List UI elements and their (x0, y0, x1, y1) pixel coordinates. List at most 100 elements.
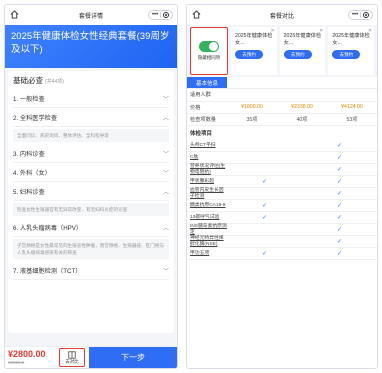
feature-cell (227, 139, 302, 152)
toggle-switch[interactable] (199, 41, 219, 52)
close-icon[interactable]: ✕ (270, 28, 274, 35)
check-icon: ✓ (336, 227, 343, 233)
table-row: 甲状腺彩超 ✓ ✓ (187, 175, 377, 188)
table-row: 头颅CT平扫 ✓ (187, 139, 377, 152)
exam-item-label: 7. 液基细胞检测（TCT） (13, 267, 82, 275)
check-icon: ✓ (336, 203, 343, 209)
home-icon[interactable] (192, 10, 201, 19)
package-card: ✕ 2025年健康体检女... 去预约 (279, 27, 326, 75)
exam-item[interactable]: 3. 内科诊查 ﹀ (13, 144, 169, 163)
feature-label[interactable]: 甲功五项 (187, 247, 227, 260)
table-cell: ¥1800.00 (227, 101, 277, 114)
package-detail-screen: 套餐详情 ••• 2025年健康体检女性经典套餐(39周岁及以下) 基础必查 (… (4, 4, 178, 369)
more-icon[interactable]: ••• (352, 12, 358, 18)
feature-cell (227, 235, 302, 248)
exam-item-label: 2. 全科医学检查 (13, 114, 58, 122)
hide-same-label: 隐藏相同项 (197, 55, 221, 60)
compare-icon (68, 350, 76, 359)
table-row: 适用人群 (187, 89, 377, 102)
chevron-icon[interactable]: ﹀ (163, 94, 169, 103)
exam-item[interactable]: 5. 妇科诊查 ︿ (13, 182, 169, 201)
feature-cell: ✓ (302, 151, 377, 164)
section-title: 基础必查 (13, 76, 43, 85)
feature-label[interactable]: 神经元特异性烯醇化酶(NSE) (187, 235, 227, 248)
check-icon: ✓ (336, 239, 343, 245)
compare-button[interactable]: 去对比 (59, 348, 85, 367)
menu-capsule[interactable]: ••• (348, 10, 373, 20)
book-button[interactable]: 去预约 (332, 50, 361, 59)
exam-item-description: 检查女性生殖器官有无异常改变、有无妇科炎症的诊查 (13, 203, 169, 216)
package-compare-screen: 套餐对比 ••• 隐藏相同项 ✕ 2025年健康体检女... 去预约 ✕ 2025年健康… (186, 4, 378, 369)
package-name: 2025年健康体检女... (332, 33, 370, 46)
table-cell: ¥2338.00 (277, 101, 327, 114)
chevron-icon[interactable]: ︿ (163, 187, 169, 196)
feature-cell (227, 163, 302, 176)
feature-label[interactable]: 头颅CT平扫 (187, 139, 227, 152)
table-row: INS胰岛素抗原测定 ✓ (187, 223, 377, 236)
check-icon: ✓ (336, 142, 343, 149)
book-button[interactable]: 去预约 (235, 50, 263, 59)
chevron-icon[interactable]: ﹀ (163, 149, 169, 158)
exam-item[interactable]: 2. 全科医学检查 ︿ (13, 108, 169, 127)
current-price: ¥2800.00 (8, 349, 46, 359)
compare-label: 去对比 (65, 358, 79, 364)
table-row: 价格 ¥1800.00 ¥2338.00 ¥4124.00 (187, 101, 377, 114)
chevron-icon[interactable]: ︿ (163, 223, 169, 232)
exam-item[interactable]: 1. 一般检查 ﹀ (13, 89, 169, 108)
feature-cell (227, 223, 302, 236)
feature-cell: ✓ (302, 247, 377, 260)
features-table: 头颅CT平扫 ✓ C肽 ✓ 营养状况评估(生物电阻抗) ✓ 甲状腺彩超 ✓ ✓ 血管内皮生长因子检… (187, 139, 377, 260)
book-button[interactable]: 去预约 (283, 50, 312, 59)
check-icon: ✓ (261, 203, 268, 209)
tab-bar: 基本信息 (187, 77, 377, 89)
feature-cell: ✓ (302, 211, 377, 224)
feature-cell: ✓ (302, 163, 377, 176)
feature-cell (227, 151, 302, 164)
bottom-bar: ¥2800.00 ¥2925.2 去对比 下一步 (5, 346, 177, 368)
home-icon[interactable] (10, 10, 19, 19)
more-icon[interactable]: ••• (152, 12, 158, 18)
exam-item[interactable]: 4. 外科（女） ﹀ (13, 163, 169, 182)
feature-cell: ✓ (302, 187, 377, 200)
table-row: 检查项数量 35项 40项 53项 (187, 113, 377, 126)
feature-label[interactable]: 营养状况评估(生物电阻抗) (187, 163, 227, 176)
table-row: 甲功五项 ✓ ✓ (187, 247, 377, 260)
table-row: 13碳呼气试验 ✓ ✓ (187, 211, 377, 224)
exam-item[interactable]: 7. 液基细胞检测（TCT） ﹀ (13, 261, 169, 280)
basic-info-table: 适用人群 价格 ¥1800.00 ¥2338.00 ¥4124.00 检查项数量 35项 40… (187, 89, 377, 126)
feature-label[interactable]: 糖类抗原CA19-9 (187, 199, 227, 212)
chevron-icon[interactable]: ︿ (163, 113, 169, 122)
check-icon: ✓ (336, 155, 343, 161)
page-title: 套餐详情 (78, 13, 103, 20)
next-step-button[interactable]: 下一步 (89, 347, 177, 368)
check-icon: ✓ (336, 191, 343, 197)
section-count: (共44项) (45, 79, 64, 85)
table-row: 血管内皮生长因子检测 ✓ (187, 187, 377, 200)
close-mini-program-icon[interactable] (363, 12, 370, 18)
table-row: 神经元特异性烯醇化酶(NSE) ✓ (187, 235, 377, 248)
feature-label[interactable]: 甲状腺彩超 (187, 175, 227, 188)
feature-cell: ✓ (302, 235, 377, 248)
close-icon[interactable]: ✕ (319, 28, 323, 35)
close-icon[interactable]: ✕ (368, 28, 372, 35)
tab-basic-info[interactable]: 基本信息 (187, 77, 227, 88)
package-name: 2025年健康体检女... (235, 33, 273, 46)
table-row: C肽 ✓ (187, 151, 377, 164)
table-cell: 53项 (327, 113, 377, 126)
hide-same-toggle[interactable]: 隐藏相同项 (190, 27, 228, 75)
chevron-icon[interactable]: ﹀ (163, 266, 169, 275)
chevron-icon[interactable]: ﹀ (163, 168, 169, 177)
check-icon: ✓ (336, 179, 343, 185)
check-icon: ✓ (336, 251, 343, 257)
menu-capsule[interactable]: ••• (148, 10, 173, 20)
feature-label[interactable]: C肽 (187, 151, 227, 164)
exam-item[interactable]: 6. 人乳头瘤病毒（HPV） ︿ (13, 218, 169, 237)
package-name: 2025年健康体检女... (283, 33, 322, 46)
feature-label[interactable]: 血管内皮生长因子检测 (187, 187, 227, 200)
table-cell: ¥4124.00 (327, 101, 377, 114)
feature-label[interactable]: 13碳呼气试验 (187, 211, 227, 224)
close-mini-program-icon[interactable] (163, 12, 170, 18)
feature-cell: ✓ (227, 175, 302, 188)
exam-item-description: 全面问诊、病史询问、整体评估、全科指导等 (13, 129, 169, 142)
feature-label[interactable]: INS胰岛素抗原测定 (187, 223, 227, 236)
